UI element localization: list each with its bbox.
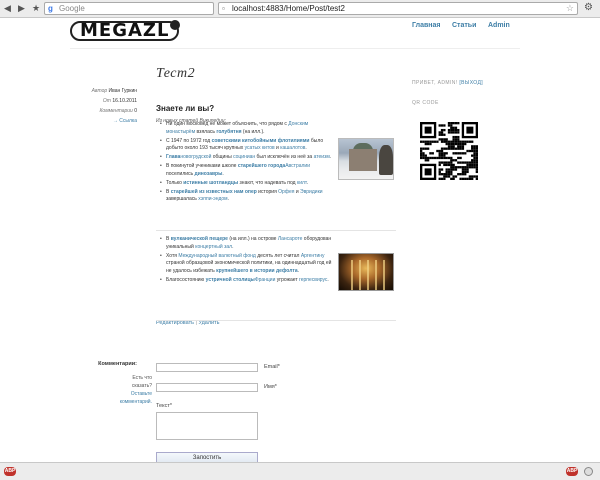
article-heading: Знаете ли вы?: [156, 104, 215, 113]
text-label: Текст*: [156, 403, 172, 409]
fact-link[interactable]: Международный валютный фонд: [178, 253, 256, 259]
fact-item: Хотя Международный валютный фонд десять …: [160, 253, 332, 276]
url-text: localhost:4883/Home/Post/test2: [232, 4, 345, 13]
post-divider: [156, 320, 396, 321]
user-greeting: ПРИВЕТ, ADMIN! [ВЫХОД]: [412, 80, 484, 86]
facts-divider: [156, 230, 396, 231]
fact-link[interactable]: усатых китов: [245, 145, 275, 151]
page-icon: ▫: [222, 4, 225, 13]
google-icon: g: [48, 4, 53, 13]
fact-link[interactable]: истинные шотландцы: [183, 180, 238, 186]
fact-link[interactable]: динозавры: [195, 171, 223, 177]
fact-link[interactable]: герпесвирус: [299, 277, 327, 283]
email-field[interactable]: [156, 363, 258, 372]
wrench-icon[interactable]: ⚙: [584, 2, 593, 13]
logout-link[interactable]: [ВЫХОД]: [459, 80, 483, 86]
back-arrow-icon[interactable]: ◀: [4, 2, 11, 14]
fact-link[interactable]: Лансароте: [278, 236, 303, 242]
fact-link[interactable]: атеизм: [314, 154, 330, 160]
post-title: Тест2: [156, 66, 196, 81]
name-field[interactable]: [156, 383, 258, 392]
fact-link[interactable]: старейшего города: [238, 163, 285, 169]
name-label: Имя*: [264, 384, 277, 390]
email-label: Email*: [264, 364, 280, 370]
volcanic-cave-image[interactable]: [338, 253, 394, 291]
fact-link[interactable]: крупнейшего в истории дефолта: [216, 268, 298, 274]
fact-link[interactable]: Глава: [166, 154, 180, 160]
fact-link[interactable]: концертный зал: [195, 244, 232, 250]
leave-comment-link[interactable]: Оставьте комментарий.: [120, 391, 152, 405]
fact-item: Главановогрудской общины социниан был ис…: [160, 154, 332, 162]
fact-link[interactable]: хэппи-эндом: [198, 196, 227, 202]
fact-link[interactable]: голубятня: [216, 129, 241, 135]
fact-item: Ни один московед не может объяснить, что…: [160, 121, 332, 136]
site-logo[interactable]: MEGAZL: [70, 21, 180, 41]
qr-code-label: QR CODE: [412, 100, 439, 106]
fact-link[interactable]: старейшей из известных нам опер: [171, 189, 257, 195]
nav-home[interactable]: Главная: [412, 22, 440, 29]
fact-link[interactable]: Орфея: [278, 189, 294, 195]
forward-arrow-icon[interactable]: ▶: [18, 2, 25, 14]
fact-item: Благосостоянию устричной столицыФранции …: [160, 277, 332, 285]
search-input[interactable]: g Google: [44, 2, 214, 15]
nav-articles[interactable]: Статьи: [452, 22, 476, 29]
fact-item: С 1947 по 1972 год советскими китобойным…: [160, 138, 332, 153]
fact-link[interactable]: новогрудской: [180, 154, 211, 160]
browser-toolbar: ◀ ▶ ★ g Google ▫ localhost:4883/Home/Pos…: [0, 0, 600, 18]
fact-link[interactable]: социниан: [233, 154, 255, 160]
submit-button[interactable]: Запостить: [156, 452, 258, 462]
logo-decoration: [170, 20, 180, 30]
addon-icon[interactable]: [584, 467, 593, 476]
status-bar: ABP ABP: [0, 462, 600, 480]
star-icon[interactable]: ☆: [566, 3, 574, 14]
nav-admin[interactable]: Admin: [488, 22, 510, 29]
facts-list: Ни один московед не может объяснить, что…: [160, 121, 332, 205]
search-placeholder: Google: [59, 4, 85, 13]
fact-link[interactable]: вулканической пещере: [171, 236, 228, 242]
facts-list-2: В вулканической пещере (на илл.) на остр…: [160, 236, 332, 286]
comment-textarea[interactable]: [156, 412, 258, 440]
fact-link[interactable]: Австралии: [285, 163, 310, 169]
post-date: От 16.10.2011: [102, 98, 137, 104]
comments-help: Есть что сказать?Оставьте комментарий.: [119, 375, 152, 405]
post-comments-count: Комментарии 0: [99, 108, 137, 114]
fact-link[interactable]: Аргентину: [301, 253, 325, 259]
adblock-icon[interactable]: ABP: [4, 467, 16, 476]
fact-link[interactable]: Эвридики: [300, 189, 323, 195]
adblock-right-icon[interactable]: ABP: [566, 467, 578, 476]
fact-item: Только истинные шотландцы знают, что над…: [160, 180, 332, 188]
fact-item: В вулканической пещере (на илл.) на остр…: [160, 236, 332, 251]
fact-link[interactable]: килт: [297, 180, 307, 186]
bookmark-star-icon[interactable]: ★: [32, 2, 40, 14]
address-bar[interactable]: ▫ localhost:4883/Home/Post/test2 ☆: [218, 2, 578, 15]
page: MEGAZL Главная Статьи Admin Тест2 Автор …: [0, 18, 600, 462]
comments-title: Комментарии:: [98, 361, 137, 367]
fact-link[interactable]: Франции: [255, 277, 276, 283]
monastery-dovecote-image[interactable]: [338, 138, 394, 180]
fact-link[interactable]: кашалотов: [280, 145, 305, 151]
fact-link[interactable]: советскими китобойными флотилиями: [212, 138, 310, 144]
post-permalink[interactable]: → Ссылка: [113, 118, 137, 124]
fact-link[interactable]: устричной столицы: [206, 277, 255, 283]
header-divider: [70, 48, 520, 49]
post-author: Автор Иван Гуркин: [91, 88, 137, 94]
fact-item: В старейшей из известных нам опер истори…: [160, 189, 332, 204]
qr-code-icon: [420, 122, 478, 180]
fact-item: В покинутой учениками школе старейшего г…: [160, 163, 332, 178]
